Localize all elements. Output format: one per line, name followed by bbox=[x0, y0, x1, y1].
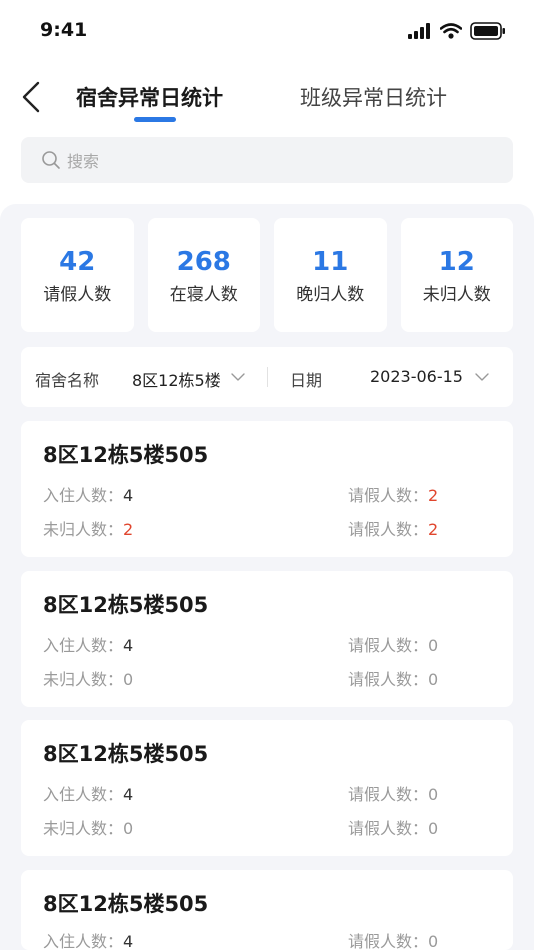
active-tab-indicator bbox=[134, 117, 176, 122]
stat-value: 42 bbox=[59, 246, 96, 277]
chevron-down-icon[interactable] bbox=[230, 369, 246, 385]
field-value: 4 bbox=[123, 636, 134, 655]
dorm-filter-label: 宿舍名称 bbox=[35, 371, 100, 390]
filter-bar: 宿舍名称 8区12栋5楼 日期 2023-06-15 bbox=[21, 347, 513, 407]
status-bar: 9:41 bbox=[0, 0, 534, 62]
field-value: 2 bbox=[428, 520, 439, 539]
date-filter-label: 日期 bbox=[290, 371, 323, 390]
dorm-field-not-returned: 未归人数：0 bbox=[43, 666, 133, 690]
field-value: 2 bbox=[428, 486, 439, 505]
dorm-field-leave: 请假人数：0 bbox=[348, 666, 438, 690]
chevron-left-icon bbox=[22, 81, 40, 113]
stat-value: 12 bbox=[438, 246, 475, 277]
signal-icon bbox=[408, 23, 430, 39]
dorm-field-leave: 请假人数：2 bbox=[348, 482, 438, 506]
status-icons bbox=[408, 22, 506, 40]
field-label: 入住人数： bbox=[43, 486, 124, 505]
dorm-name: 8区12栋5楼505 bbox=[43, 742, 209, 766]
field-value: 4 bbox=[123, 785, 134, 804]
dorm-field-leave: 请假人数：0 bbox=[348, 815, 438, 839]
dorm-card[interactable]: 8区12栋5楼505 入住人数：4 请假人数：2 未归人数：2 请假人数：2 bbox=[21, 421, 513, 557]
field-value: 4 bbox=[123, 486, 134, 505]
stat-value: 11 bbox=[312, 246, 349, 277]
dorm-field-not-returned: 未归人数：2 bbox=[43, 516, 133, 540]
dorm-name: 8区12栋5楼505 bbox=[43, 892, 209, 916]
field-label: 请假人数： bbox=[348, 932, 429, 951]
chevron-down-icon[interactable] bbox=[474, 369, 490, 385]
stats-row: 42 请假人数 268 在寝人数 11 晚归人数 12 未归人数 bbox=[21, 218, 513, 332]
date-filter-select[interactable]: 2023-06-15 bbox=[370, 367, 463, 386]
dorm-card[interactable]: 8区12栋5楼505 入住人数：4 请假人数：0 bbox=[21, 870, 513, 952]
search-placeholder: 搜索 bbox=[67, 152, 100, 171]
tab-dorm-daily-stats[interactable]: 宿舍异常日统计 bbox=[76, 82, 223, 112]
field-value: 0 bbox=[428, 819, 439, 838]
filter-divider bbox=[267, 367, 268, 387]
status-time: 9:41 bbox=[40, 19, 88, 41]
top-nav: 宿舍异常日统计 班级异常日统计 bbox=[0, 70, 534, 130]
field-label: 请假人数： bbox=[348, 486, 429, 505]
dorm-field-leave: 请假人数：0 bbox=[348, 632, 438, 656]
field-label: 入住人数： bbox=[43, 785, 124, 804]
field-label: 入住人数： bbox=[43, 932, 124, 951]
field-value: 4 bbox=[123, 932, 134, 951]
field-value: 0 bbox=[428, 636, 439, 655]
dorm-name: 8区12栋5楼505 bbox=[43, 443, 209, 467]
tab-class-daily-stats[interactable]: 班级异常日统计 bbox=[300, 82, 447, 112]
dorm-name: 8区12栋5楼505 bbox=[43, 593, 209, 617]
dorm-field-leave: 请假人数：0 bbox=[348, 928, 438, 952]
stat-card-in-dorm[interactable]: 268 在寝人数 bbox=[147, 218, 260, 332]
dorm-field-occupants: 入住人数：4 bbox=[43, 928, 133, 952]
stat-value: 268 bbox=[176, 246, 231, 277]
stat-label: 晚归人数 bbox=[296, 284, 365, 305]
search-icon bbox=[42, 151, 60, 169]
stat-card-late-return[interactable]: 11 晚归人数 bbox=[274, 218, 387, 332]
wifi-icon bbox=[440, 23, 462, 39]
search-input[interactable]: 搜索 bbox=[21, 137, 513, 183]
field-value: 0 bbox=[428, 932, 439, 951]
dorm-card[interactable]: 8区12栋5楼505 入住人数：4 请假人数：0 未归人数：0 请假人数：0 bbox=[21, 571, 513, 707]
back-button[interactable] bbox=[14, 80, 48, 114]
dorm-card[interactable]: 8区12栋5楼505 入住人数：4 请假人数：0 未归人数：0 请假人数：0 bbox=[21, 720, 513, 856]
stat-card-leave[interactable]: 42 请假人数 bbox=[21, 218, 134, 332]
field-label: 未归人数： bbox=[43, 819, 124, 838]
field-label: 请假人数： bbox=[348, 670, 429, 689]
stat-label: 未归人数 bbox=[422, 284, 491, 305]
dorm-field-occupants: 入住人数：4 bbox=[43, 781, 133, 805]
field-label: 入住人数： bbox=[43, 636, 124, 655]
stat-card-not-returned[interactable]: 12 未归人数 bbox=[400, 218, 513, 332]
dorm-field-occupants: 入住人数：4 bbox=[43, 482, 133, 506]
field-label: 请假人数： bbox=[348, 520, 429, 539]
dorm-field-occupants: 入住人数：4 bbox=[43, 632, 133, 656]
dorm-field-leave: 请假人数：2 bbox=[348, 516, 438, 540]
dorm-field-not-returned: 未归人数：0 bbox=[43, 815, 133, 839]
field-value: 0 bbox=[123, 819, 134, 838]
field-value: 0 bbox=[123, 670, 134, 689]
dorm-filter-select[interactable]: 8区12栋5楼 bbox=[132, 367, 221, 391]
field-label: 请假人数： bbox=[348, 785, 429, 804]
field-label: 请假人数： bbox=[348, 819, 429, 838]
battery-icon bbox=[470, 22, 505, 40]
stat-label: 在寝人数 bbox=[169, 284, 238, 305]
stat-label: 请假人数 bbox=[43, 284, 112, 305]
field-value: 2 bbox=[123, 520, 134, 539]
field-value: 0 bbox=[428, 670, 439, 689]
field-label: 未归人数： bbox=[43, 520, 124, 539]
content-area: 42 请假人数 268 在寝人数 11 晚归人数 12 未归人数 宿舍名称 8区… bbox=[0, 204, 534, 952]
field-value: 0 bbox=[428, 785, 439, 804]
dorm-field-leave: 请假人数：0 bbox=[348, 781, 438, 805]
field-label: 未归人数： bbox=[43, 670, 124, 689]
field-label: 请假人数： bbox=[348, 636, 429, 655]
